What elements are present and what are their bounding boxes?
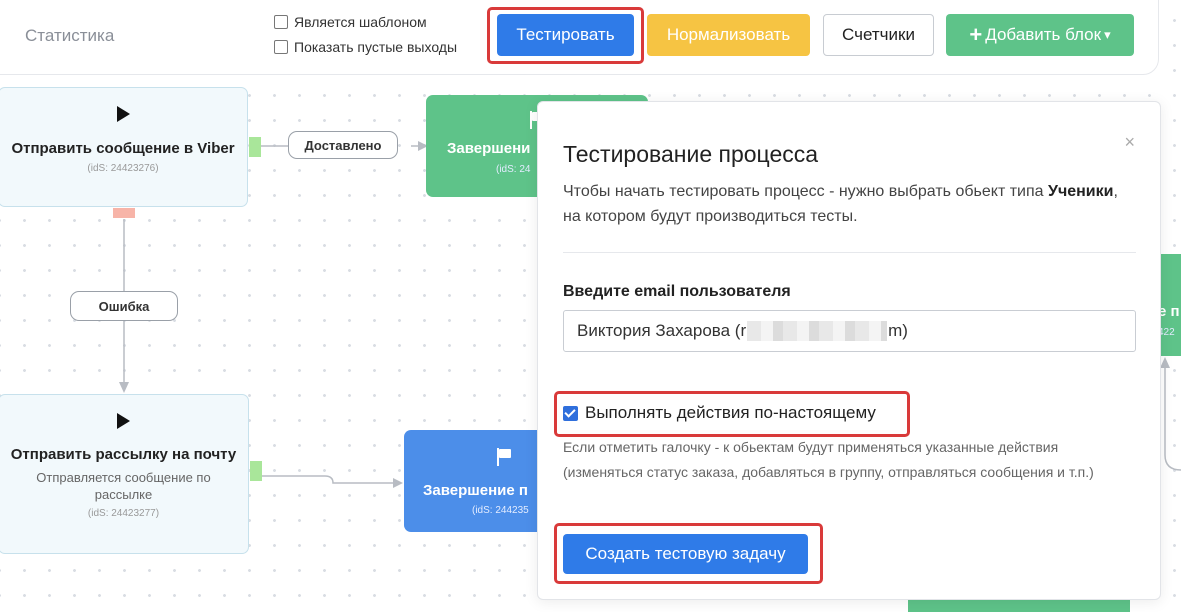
play-icon	[117, 413, 130, 429]
real-actions-checkbox[interactable]	[563, 405, 578, 421]
edge-label-delivered: Доставлено	[288, 131, 398, 159]
desc-text-1: Чтобы начать тестировать процесс - нужно…	[563, 183, 1048, 200]
add-block-label: Добавить блок	[985, 25, 1102, 44]
node-subtitle: Отправляется сообщение по рассылке	[36, 470, 211, 502]
output-port-success[interactable]	[249, 137, 261, 157]
is-template-checkbox[interactable]	[274, 15, 288, 29]
is-template-label: Является шаблоном	[294, 14, 427, 30]
node-title: Отправить сообщение в Viber	[11, 140, 235, 157]
edge-label-error: Ошибка	[70, 291, 178, 321]
divider	[563, 252, 1136, 253]
chevron-down-icon: ▾	[1104, 27, 1111, 42]
modal-description: Чтобы начать тестировать процесс - нужно…	[563, 179, 1123, 229]
real-actions-hint: Если отметить галочку - к обьектам будут…	[563, 439, 1094, 480]
normalize-button[interactable]: Нормализовать	[647, 14, 810, 56]
show-empty-outputs-checkbox-row[interactable]: Показать пустые выходы	[274, 39, 457, 55]
output-port-success[interactable]	[250, 461, 262, 481]
email-value-suffix: m)	[888, 321, 908, 340]
flag-icon	[496, 448, 512, 466]
node-ids: (idS: 24423277)	[87, 508, 160, 519]
plus-icon: +	[969, 22, 983, 47]
test-process-modal: × Тестирование процесса Чтобы начать тес…	[537, 101, 1161, 600]
close-icon[interactable]: ×	[1124, 132, 1135, 153]
is-template-checkbox-row[interactable]: Является шаблоном	[274, 14, 427, 30]
counters-button[interactable]: Счетчики	[823, 14, 934, 56]
email-value-prefix: Виктория Захарова (r	[577, 321, 747, 340]
email-field[interactable]: Виктория Захарова (r m)	[563, 310, 1136, 352]
redacted-email	[747, 321, 888, 341]
real-actions-checkbox-row[interactable]: Выполнять действия по-настоящему	[563, 403, 876, 423]
show-empty-outputs-checkbox[interactable]	[274, 40, 288, 54]
node-ids: (idS: 24423276)	[87, 163, 159, 174]
create-test-task-button[interactable]: Создать тестовую задачу	[563, 534, 808, 574]
node-finish-bottom-right[interactable]	[908, 600, 1130, 612]
output-port-error[interactable]	[113, 208, 135, 218]
play-icon	[116, 106, 130, 122]
add-block-button[interactable]: + Добавить блок ▾	[946, 14, 1134, 56]
modal-title: Тестирование процесса	[563, 141, 819, 167]
real-actions-label: Выполнять действия по-настоящему	[585, 403, 876, 422]
desc-object-type: Ученики	[1047, 183, 1114, 200]
node-title: Отправить рассылку на почту	[10, 446, 237, 463]
statistics-tab[interactable]: Статистика	[25, 26, 114, 46]
test-button[interactable]: Тестировать	[497, 14, 634, 56]
show-empty-outputs-label: Показать пустые выходы	[294, 39, 458, 55]
node-send-viber[interactable]: Отправить сообщение в Viber (idS: 244232…	[0, 87, 248, 207]
node-send-mail[interactable]: Отправить рассылку на почту Отправляется…	[0, 394, 249, 554]
email-label: Введите email пользователя	[563, 283, 791, 300]
